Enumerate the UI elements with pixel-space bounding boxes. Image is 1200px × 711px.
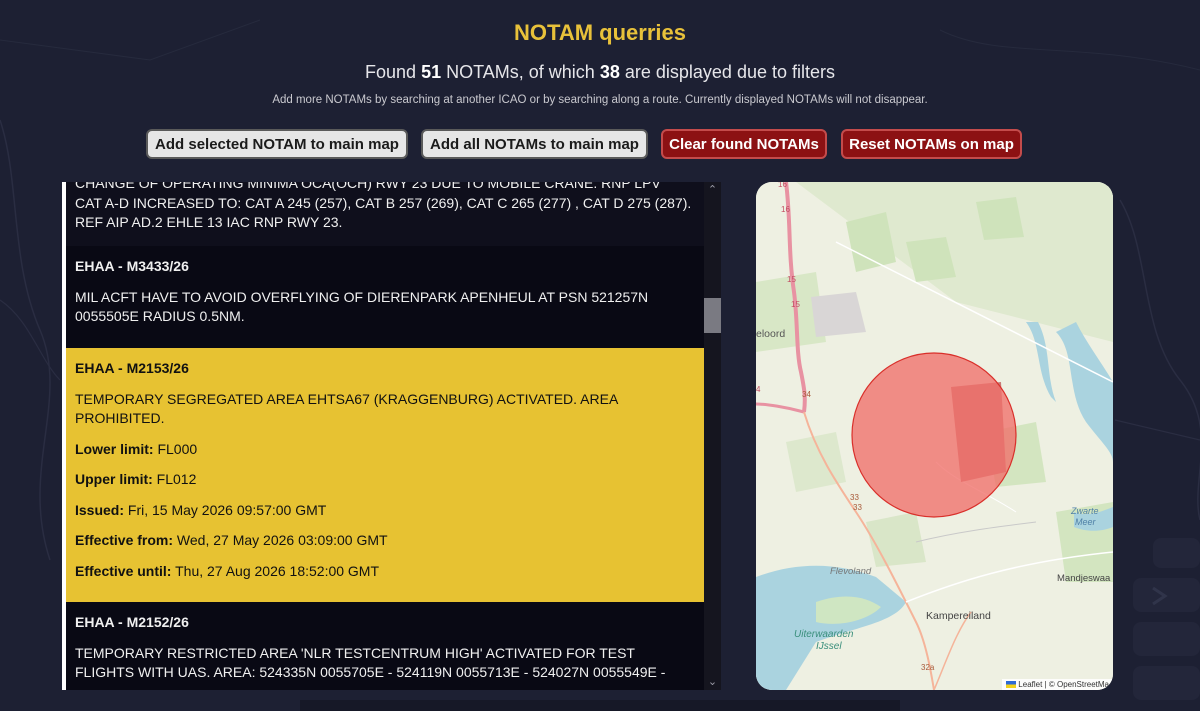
map-label-eloord: eloord	[756, 328, 785, 340]
list-scrollbar[interactable]: ⌃ ⌄	[704, 182, 721, 690]
notam-lower-limit: Lower limit: FL000	[75, 440, 198, 457]
notam-text: MIL ACFT HAVE TO AVOID OVERFLYING OF DIE…	[75, 288, 649, 325]
notam-text: TEMPORARY SEGREGATED AREA EHTSA67 (KRAGG…	[75, 390, 618, 427]
svg-text:Meer: Meer	[1075, 517, 1097, 527]
notam-id: EHAA - M2153/26	[75, 360, 189, 376]
notam-issued: Issued: Fri, 15 May 2026 09:57:00 GMT	[75, 501, 327, 518]
add-selected-notam-button[interactable]: Add selected NOTAM to main map	[146, 129, 408, 159]
map-label-flevoland: Flevoland	[830, 566, 872, 577]
notam-entry[interactable]: EHAA - M3433/26 MIL ACFT HAVE TO AVOID O…	[62, 246, 704, 348]
displayed-count: 38	[599, 62, 620, 82]
found-summary: Found 51 NOTAMs, of which 38 are display…	[365, 62, 835, 82]
notam-list[interactable]: CHANGE OF OPERATING MINIMA OCA(OCH) RWY …	[62, 182, 721, 690]
notam-entry-selected[interactable]: EHAA - M2153/26 TEMPORARY SEGREGATED ARE…	[62, 348, 704, 602]
scroll-up-arrow-icon[interactable]: ⌃	[704, 182, 721, 198]
leaflet-link[interactable]: Leaflet	[1018, 680, 1042, 689]
notam-effective-until: Effective until: Thu, 27 Aug 2026 18:52:…	[75, 562, 380, 579]
svg-text:16: 16	[778, 182, 787, 189]
svg-text:4: 4	[756, 385, 761, 394]
map-label-mandjeswaard: Mandjeswaa	[1057, 573, 1111, 584]
notam-id: EHAA - M3433/26	[75, 258, 189, 274]
ukraine-flag-icon	[1006, 681, 1017, 689]
svg-text:IJssel: IJssel	[816, 641, 842, 652]
notam-map[interactable]: eloord Flevoland Kampereiland Uiterwaard…	[756, 182, 1113, 690]
svg-text:32a: 32a	[921, 663, 935, 672]
notam-text-cut: CHANGE OF OPERATING MINIMA OCA(OCH) RWY …	[75, 182, 661, 191]
map-attribution: Leaflet | © OpenStreetMa	[1002, 679, 1113, 690]
svg-text:16: 16	[781, 205, 790, 214]
map-label-uiterwaarden: Uiterwaarden	[794, 629, 854, 640]
background-controls	[1133, 538, 1200, 700]
notam-effective-from: Effective from: Wed, 27 May 2026 03:09:0…	[75, 532, 388, 548]
svg-text:34: 34	[802, 390, 811, 399]
svg-text:33: 33	[853, 503, 862, 512]
svg-text:33: 33	[850, 493, 859, 502]
notam-entry[interactable]: CHANGE OF OPERATING MINIMA OCA(OCH) RWY …	[62, 182, 704, 246]
map-label-zwarte-meer: Zwarte	[1070, 506, 1099, 516]
found-count: 51	[421, 62, 442, 82]
page-title: NOTAM querries	[514, 20, 686, 45]
restricted-area-circle	[852, 353, 1016, 517]
svg-text:15: 15	[787, 275, 796, 284]
notam-text: CAT A-D INCREASED TO: CAT A 245 (257), C…	[75, 194, 692, 231]
notam-list-content: CHANGE OF OPERATING MINIMA OCA(OCH) RWY …	[62, 182, 704, 690]
clear-found-notams-button[interactable]: Clear found NOTAMs	[661, 129, 827, 159]
osm-link[interactable]: | © OpenStreetMa	[1042, 680, 1109, 689]
map-label-kampereiland: Kampereiland	[926, 610, 991, 622]
add-all-notams-button[interactable]: Add all NOTAMs to main map	[421, 129, 648, 159]
svg-text:15: 15	[791, 300, 800, 309]
map-canvas: eloord Flevoland Kampereiland Uiterwaard…	[756, 182, 1113, 690]
notam-upper-limit: Upper limit: FL012	[75, 471, 197, 487]
scrollbar-thumb[interactable]	[704, 298, 721, 333]
notam-entry[interactable]: EHAA - M2152/26 TEMPORARY RESTRICTED ARE…	[62, 602, 704, 690]
notam-text: TEMPORARY RESTRICTED AREA 'NLR TESTCENTR…	[75, 644, 666, 681]
reset-notams-button[interactable]: Reset NOTAMs on map	[841, 129, 1022, 159]
action-buttons: Add selected NOTAM to main map Add all N…	[0, 129, 1200, 161]
notam-id: EHAA - M2152/26	[75, 614, 189, 630]
scroll-down-arrow-icon[interactable]: ⌄	[704, 674, 721, 690]
search-hint: Add more NOTAMs by searching at another …	[272, 94, 928, 106]
